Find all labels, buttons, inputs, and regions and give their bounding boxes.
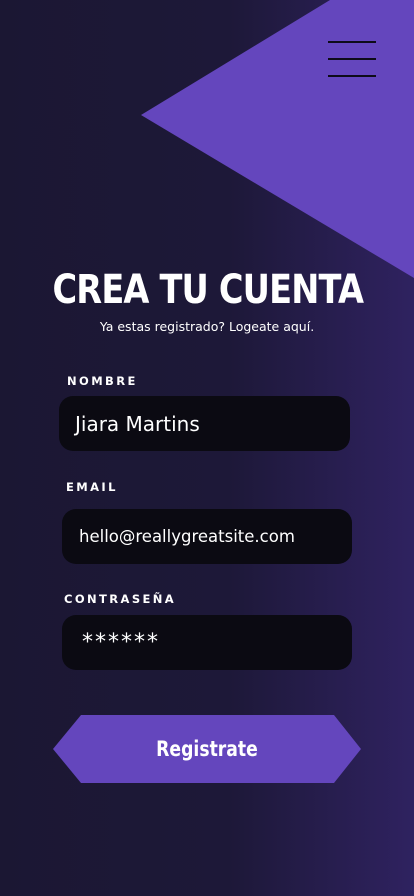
email-value: hello@reallygreatsite.com — [79, 527, 295, 546]
name-value: Jiara Martins — [75, 411, 200, 436]
name-label: NOMBRE — [67, 374, 138, 388]
register-button[interactable]: Registrate — [53, 715, 361, 783]
password-value: ****** — [82, 630, 160, 655]
email-label: EMAIL — [66, 480, 118, 494]
login-link[interactable]: Ya estas registrado? Logeate aquí. — [0, 318, 414, 336]
password-label: CONTRASEÑA — [64, 592, 177, 606]
register-button-label: Registrate — [156, 737, 258, 761]
password-field[interactable]: ****** — [62, 615, 352, 670]
menu-button[interactable] — [322, 34, 382, 84]
register-screen: CREA TU CUENTA Ya estas registrado? Loge… — [0, 0, 414, 896]
name-field[interactable]: Jiara Martins — [59, 396, 350, 451]
email-field[interactable]: hello@reallygreatsite.com — [62, 509, 352, 564]
page-title: CREA TU CUENTA — [52, 267, 364, 313]
